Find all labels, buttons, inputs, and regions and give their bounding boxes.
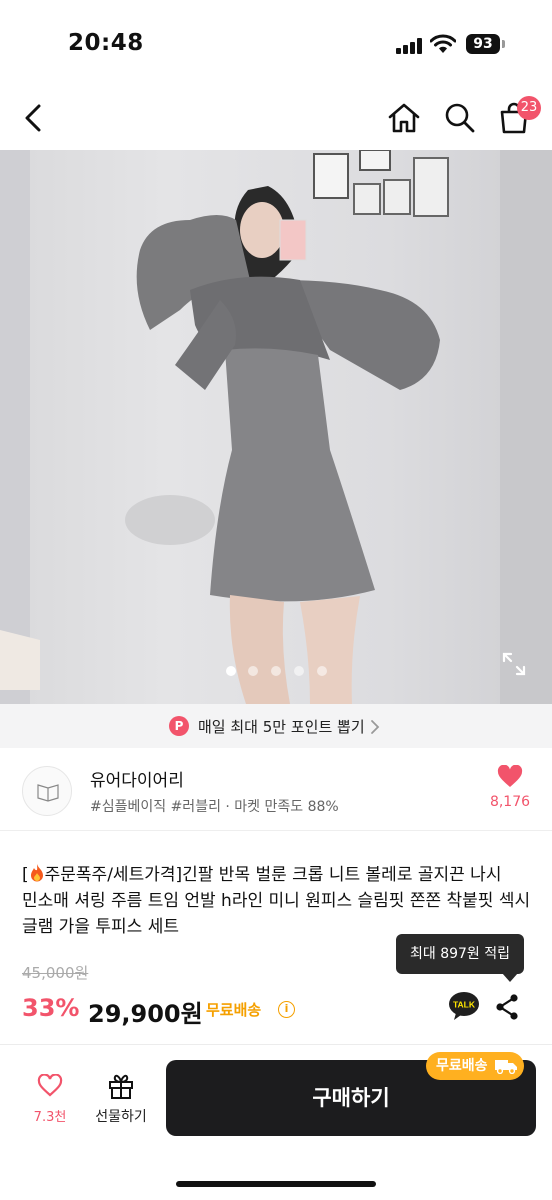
- sale-price: 29,900원: [88, 1000, 203, 1028]
- carousel-dot[interactable]: [317, 666, 327, 676]
- truck-icon: [495, 1060, 517, 1074]
- shop-tags: #심플베이직 #러블리 · 마켓 만족도 88%: [90, 799, 339, 815]
- point-banner-text[interactable]: 매일 최대 5만 포인트 뽑기: [198, 716, 365, 737]
- cart-count-badge: 23: [517, 96, 541, 120]
- heart-icon[interactable]: [497, 765, 523, 789]
- status-time: 20:48: [68, 30, 144, 56]
- title-bracket: [: [22, 865, 29, 885]
- talk-label: TALK: [453, 1000, 476, 1010]
- title-text: 주문폭주/세트가격]긴팔 반목 벌룬 크롭 니트 볼레로 골지끈 나시 민소매 …: [22, 865, 531, 937]
- divider: [0, 830, 552, 831]
- home-icon[interactable]: [384, 98, 424, 138]
- shop-like-count: 8,176: [489, 794, 531, 810]
- carousel-dot[interactable]: [294, 666, 304, 676]
- product-title: [주문폭주/세트가격]긴팔 반목 벌룬 크롭 니트 볼레로 골지끈 나시 민소매…: [22, 862, 538, 940]
- free-shipping-label: 무료배송: [206, 1001, 262, 1019]
- point-icon: P: [169, 716, 189, 736]
- carousel-dot[interactable]: [271, 666, 281, 676]
- cellular-signal-icon: [396, 38, 424, 54]
- book-icon: [37, 784, 59, 802]
- shop-logo[interactable]: [22, 766, 72, 816]
- discount-rate: 33%: [22, 994, 80, 1022]
- search-icon[interactable]: [440, 98, 480, 138]
- carousel-dot[interactable]: [248, 666, 258, 676]
- carousel-pagination: [0, 666, 552, 678]
- carousel-dot[interactable]: [226, 666, 236, 676]
- fire-icon: [30, 864, 43, 882]
- gift-label[interactable]: 선물하기: [86, 1106, 156, 1126]
- original-price: 45,000원: [22, 964, 89, 982]
- tooltip-arrow: [502, 973, 518, 982]
- top-navigation: [0, 88, 552, 150]
- chevron-right-icon: [371, 720, 380, 734]
- heart-outline-icon: [37, 1074, 63, 1097]
- info-icon[interactable]: i: [278, 1001, 295, 1018]
- home-indicator: [176, 1181, 376, 1187]
- kakao-talk-icon[interactable]: TALK: [448, 991, 480, 1021]
- product-image-carousel[interactable]: [0, 150, 552, 704]
- reward-tooltip: 최대 897원 적립: [396, 934, 524, 974]
- status-bar: 20:48 93: [0, 0, 552, 88]
- product-photo: [0, 150, 552, 704]
- share-icon[interactable]: [494, 993, 520, 1021]
- back-arrow-icon[interactable]: [14, 98, 54, 138]
- shop-name[interactable]: 유어다이어리: [90, 766, 184, 791]
- battery-indicator: 93: [466, 34, 500, 54]
- gift-icon[interactable]: [107, 1072, 135, 1100]
- battery-tip: [502, 40, 505, 48]
- wifi-icon: [430, 34, 456, 53]
- bottom-divider: [0, 1044, 552, 1045]
- wishlist-count: 7.3천: [33, 1110, 67, 1125]
